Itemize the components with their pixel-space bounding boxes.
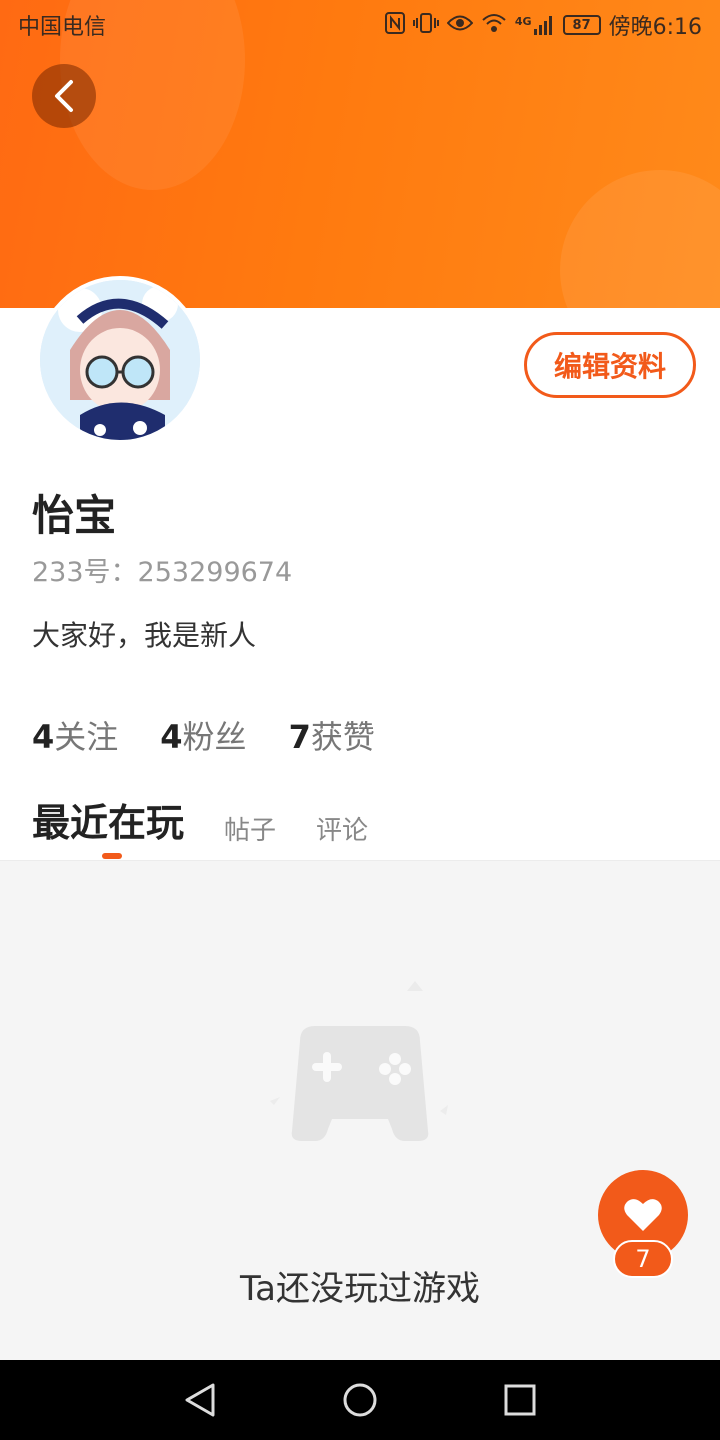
carrier-label: 中国电信: [18, 15, 107, 40]
profile-page: 中国电信 4G 87 傍晚6:16 编辑资料 怡宝 233号：253299674…: [0, 0, 720, 1440]
nickname: 怡宝: [32, 491, 117, 540]
signal-icon: 4G: [515, 15, 555, 35]
vibrate-icon: [412, 12, 439, 39]
tab-recently-played[interactable]: 最近在玩: [32, 792, 184, 851]
back-button[interactable]: [32, 64, 96, 128]
network-type-label: 4G: [514, 15, 532, 28]
heart-icon: [624, 1199, 662, 1231]
tab-comments[interactable]: 评论: [316, 810, 368, 851]
nfc-icon: [384, 11, 405, 39]
gamepad-icon: [240, 961, 480, 1161]
stats-row: 4关注 4粉丝 7获赞: [32, 712, 375, 758]
edit-profile-button[interactable]: 编辑资料: [524, 332, 696, 398]
triangle-back-icon: [185, 1383, 215, 1417]
like-count-badge: 7: [613, 1240, 673, 1278]
square-recents-icon: [504, 1384, 536, 1416]
user-id-label: 233号：: [32, 557, 138, 588]
stat-likes[interactable]: 7获赞: [289, 712, 375, 758]
nav-recents-button[interactable]: [490, 1370, 550, 1430]
nav-back-button[interactable]: [170, 1370, 230, 1430]
stat-following[interactable]: 4关注: [32, 712, 118, 758]
user-id-value: 253299674: [137, 557, 293, 588]
tab-content: Ta还没玩过游戏: [0, 860, 720, 1360]
system-nav-bar: [0, 1360, 720, 1440]
stat-followers[interactable]: 4粉丝: [160, 712, 246, 758]
battery-indicator: 87: [562, 15, 601, 35]
empty-state-message: Ta还没玩过游戏: [240, 1269, 480, 1309]
eye-icon: [446, 13, 474, 37]
profile-tabs: 最近在玩 帖子 评论: [32, 792, 368, 851]
clock: 傍晚6:16: [608, 15, 702, 40]
user-id: 233号：253299674: [32, 550, 292, 589]
circle-home-icon: [343, 1383, 377, 1417]
avatar[interactable]: [36, 276, 204, 444]
bio: 大家好，我是新人: [32, 619, 257, 652]
chevron-left-icon: [55, 80, 73, 112]
wifi-icon: [481, 13, 507, 38]
nav-home-button[interactable]: [330, 1370, 390, 1430]
tab-indicator: [102, 853, 122, 859]
tab-posts[interactable]: 帖子: [224, 810, 276, 851]
status-bar: 中国电信 4G 87 傍晚6:16: [0, 0, 720, 50]
